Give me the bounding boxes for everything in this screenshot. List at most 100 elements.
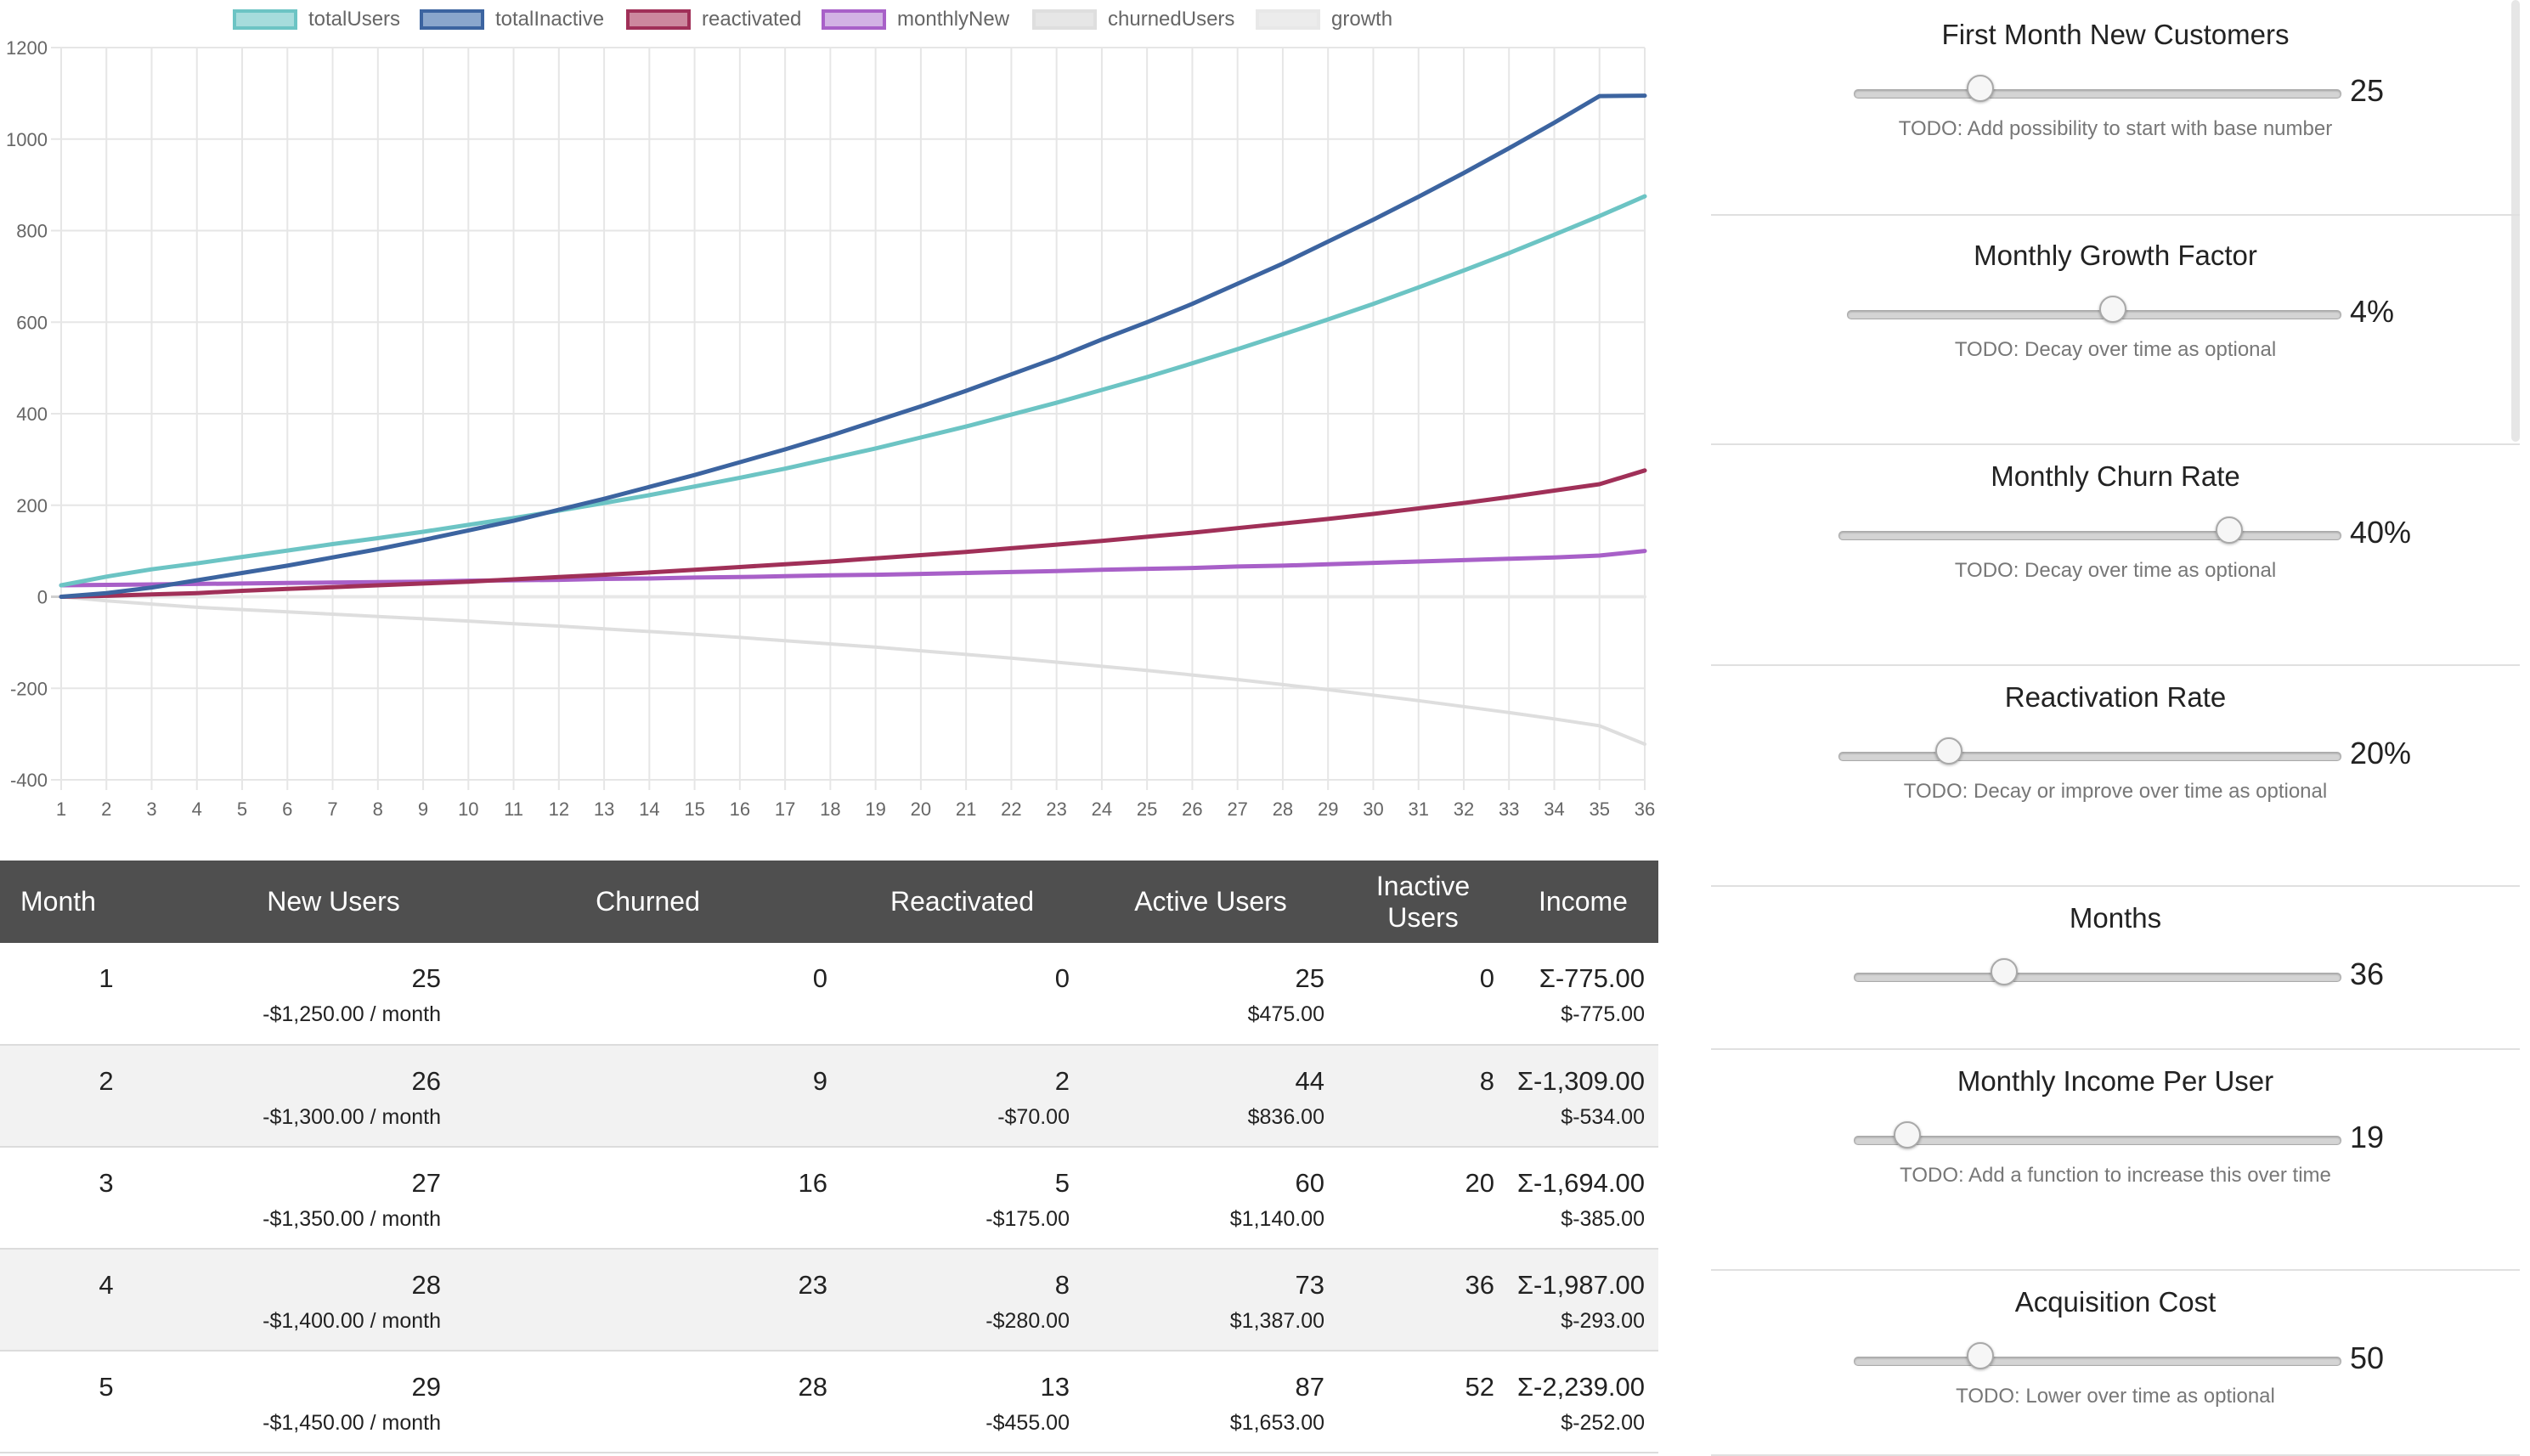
cell-churned-value: 9 [812, 1066, 827, 1096]
cell-income-detail: $-293.00 [1561, 1309, 1645, 1333]
cell-income: Σ-775.00 $-775.00 [1508, 943, 1658, 1045]
cell-new-users-detail: -$1,400.00 / month [263, 1309, 441, 1333]
cell-active-users-detail: $1,387.00 [1229, 1309, 1324, 1333]
cell-active-users: 87 $1,653.00 [1083, 1351, 1338, 1453]
setting-slider-row: 40% [1711, 515, 2520, 554]
header-inactive-users: Inactive Users [1375, 870, 1471, 933]
cell-income: Σ-1,987.00 $-293.00 [1508, 1249, 1658, 1351]
setting-title: Monthly Income Per User [1957, 1065, 2274, 1097]
cell-active-users-value: 25 [1295, 963, 1324, 993]
slider-thumb[interactable] [1934, 737, 1962, 765]
slider-track[interactable] [1854, 973, 2341, 982]
cell-new-users-value: 29 [411, 1372, 441, 1402]
x-tick-label: 5 [237, 799, 247, 820]
slider-track[interactable] [1838, 531, 2341, 540]
cell-month-value: 3 [99, 1168, 114, 1198]
table-row: 4 28 -$1,400.00 / month 23 8 -$280.00 73 $1,387… [0, 1249, 1658, 1351]
cell-active-users-value: 44 [1295, 1066, 1324, 1096]
cell-reactivated: 8 -$280.00 [841, 1249, 1083, 1351]
cell-inactive-users: 52 [1338, 1351, 1508, 1453]
cell-new-users-value: 26 [411, 1066, 441, 1096]
y-tick-label: 1000 [6, 129, 48, 150]
y-tick-label: 200 [16, 495, 48, 516]
slider-track[interactable] [1854, 1136, 2341, 1145]
x-tick-label: 32 [1454, 799, 1474, 820]
x-tick-label: 16 [730, 799, 750, 820]
results-table-container: Month New Users Churned Reactivated Acti… [0, 861, 1658, 1454]
table-header-row: Month New Users Churned Reactivated Acti… [0, 861, 1658, 943]
setting-monthly-income-per-user: Monthly Income Per User 19 TODO: Add a fun… [1711, 1048, 2520, 1271]
cell-new-users-detail: -$1,350.00 / month [263, 1207, 441, 1231]
slider-value: 25 [2350, 73, 2385, 108]
slider-thumb[interactable] [1893, 1121, 1921, 1148]
x-tick-label: 26 [1182, 799, 1202, 820]
cell-income: Σ-2,239.00 $-252.00 [1508, 1351, 1658, 1453]
x-tick-label: 24 [1092, 799, 1112, 820]
setting-reactivation-rate: Reactivation Rate 20% TODO: Decay or impro… [1711, 664, 2520, 887]
cell-active-users-value: 60 [1295, 1168, 1324, 1198]
cell-month-value: 4 [99, 1270, 114, 1300]
cell-reactivated-detail: -$280.00 [985, 1309, 1070, 1333]
cell-reactivated-value: 13 [1040, 1372, 1070, 1402]
cell-churned: 9 [455, 1045, 841, 1147]
table-row: 2 26 -$1,300.00 / month 9 2 -$70.00 44 $836.00 8… [0, 1045, 1658, 1147]
x-tick-label: 33 [1499, 799, 1519, 820]
cell-churned-value: 23 [798, 1270, 827, 1300]
slider-track[interactable] [1847, 310, 2341, 319]
cell-income-detail: $-385.00 [1561, 1207, 1645, 1231]
x-tick-label: 22 [1001, 799, 1021, 820]
cell-month-value: 5 [99, 1372, 114, 1402]
cell-new-users: 29 -$1,450.00 / month [212, 1351, 455, 1453]
x-tick-label: 13 [594, 799, 614, 820]
cell-active-users-value: 87 [1295, 1372, 1324, 1402]
cell-reactivated-value: 2 [1054, 1066, 1070, 1096]
slider-track[interactable] [1854, 89, 2341, 99]
cell-active-users-detail: $1,140.00 [1229, 1207, 1324, 1231]
x-tick-label: 20 [911, 799, 931, 820]
cell-churned-value: 0 [812, 963, 827, 993]
cell-active-users-detail: $836.00 [1247, 1105, 1324, 1129]
cell-income-value: Σ-775.00 [1539, 963, 1645, 993]
cell-reactivated: 0 [841, 943, 1083, 1045]
cell-inactive-users: 0 [1338, 943, 1508, 1045]
x-tick-label: 35 [1590, 799, 1610, 820]
x-tick-label: 15 [684, 799, 704, 820]
slider-thumb[interactable] [1966, 1342, 1994, 1369]
cell-churned-value: 28 [798, 1372, 827, 1402]
cell-new-users: 28 -$1,400.00 / month [212, 1249, 455, 1351]
cell-active-users: 25 $475.00 [1083, 943, 1338, 1045]
cell-month: 4 [0, 1249, 212, 1351]
setting-title: First Month New Customers [1941, 19, 2290, 50]
cell-inactive-users-value: 8 [1479, 1066, 1494, 1096]
x-tick-label: 34 [1544, 799, 1564, 820]
x-tick-label: 30 [1363, 799, 1383, 820]
cell-inactive-users: 36 [1338, 1249, 1508, 1351]
x-tick-label: 11 [504, 799, 523, 820]
slider-track[interactable] [1854, 1357, 2341, 1366]
setting-title: Reactivation Rate [2004, 681, 2227, 713]
header-month: Month [20, 886, 96, 917]
slider-thumb[interactable] [2216, 516, 2244, 544]
table-row: 3 27 -$1,350.00 / month 16 5 -$175.00 60 $1,140… [0, 1147, 1658, 1249]
cell-active-users: 60 $1,140.00 [1083, 1147, 1338, 1249]
cell-inactive-users-value: 52 [1465, 1372, 1494, 1402]
cell-income-value: Σ-1,309.00 [1516, 1066, 1645, 1096]
cell-churned: 28 [455, 1351, 841, 1453]
setting-title: Acquisition Cost [2014, 1286, 2217, 1318]
y-tick-label: 1200 [6, 37, 48, 59]
setting-note: TODO: Add a function to increase this ov… [1900, 1164, 2331, 1187]
slider-thumb[interactable] [1966, 75, 1994, 102]
x-tick-label: 10 [458, 799, 478, 820]
x-tick-label: 14 [639, 799, 659, 820]
cell-new-users-value: 28 [411, 1270, 441, 1300]
x-tick-label: 6 [282, 799, 292, 820]
header-income: Income [1539, 886, 1628, 917]
x-tick-label: 2 [101, 799, 111, 820]
cell-new-users-detail: -$1,300.00 / month [263, 1105, 441, 1129]
setting-note: TODO: Decay over time as optional [1954, 559, 2277, 582]
y-tick-label: -400 [10, 770, 48, 791]
cell-income-value: Σ-1,987.00 [1516, 1270, 1645, 1300]
slider-track[interactable] [1838, 752, 2341, 761]
series-line-churnedUsers [59, 595, 1646, 746]
slider-thumb[interactable] [2099, 296, 2127, 323]
